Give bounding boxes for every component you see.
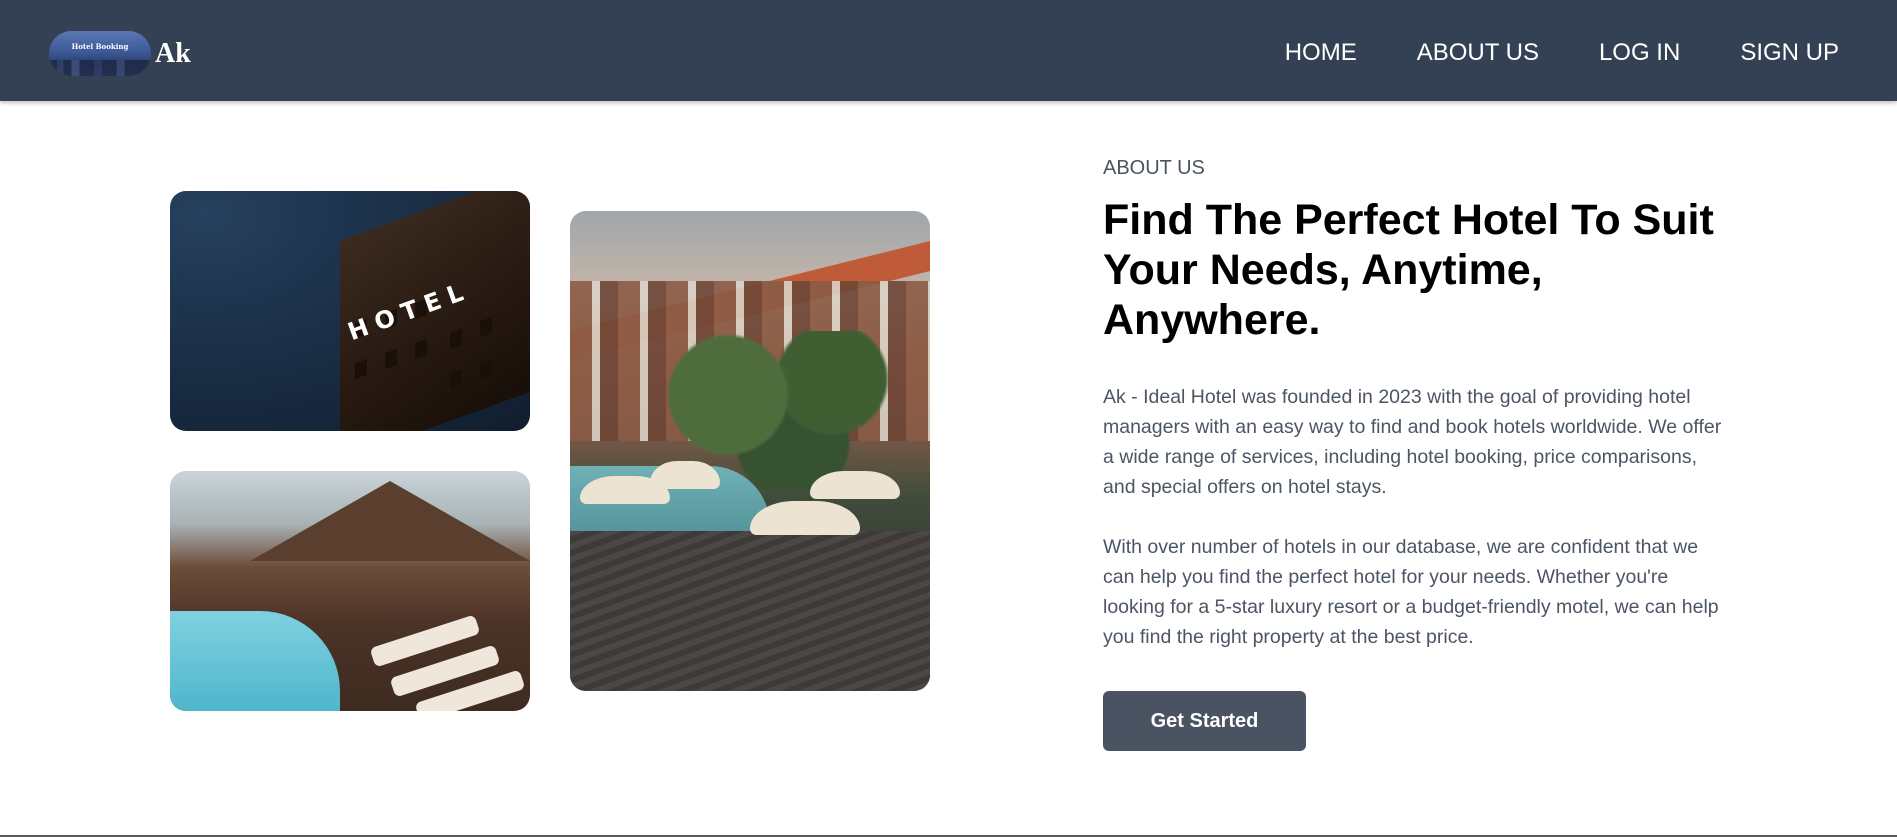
brand[interactable]: Hotel Booking Ak: [49, 31, 191, 76]
section-label: ABOUT US: [1103, 157, 1205, 179]
about-paragraph-1: Ak - Ideal Hotel was founded in 2023 wit…: [1103, 386, 1722, 498]
nav-link-about-us[interactable]: ABOUT US: [1417, 36, 1539, 70]
nav-link-log-in[interactable]: LOG IN: [1599, 36, 1680, 70]
about-paragraph-2: With over number of hotels in our databa…: [1103, 536, 1719, 648]
top-navbar: Hotel Booking Ak HOME ABOUT US LOG IN SI…: [0, 0, 1897, 101]
resort-pool-photo: [570, 211, 930, 691]
nav-link-home[interactable]: HOME: [1285, 36, 1357, 70]
page-headline: Find The Perfect Hotel To Suit Your Need…: [1103, 196, 1714, 344]
logo-text: Hotel Booking: [71, 42, 129, 51]
hotel-sign-photo: HOTEL: [170, 191, 530, 431]
brand-name: Ak: [155, 37, 191, 69]
lodge-pool-photo: [170, 471, 530, 711]
nav-link-sign-up[interactable]: SIGN UP: [1740, 36, 1839, 70]
logo-image: Hotel Booking: [49, 31, 151, 76]
nav-menu: HOME ABOUT US LOG IN SIGN UP: [1285, 36, 1839, 70]
get-started-button[interactable]: Get Started: [1103, 691, 1306, 751]
